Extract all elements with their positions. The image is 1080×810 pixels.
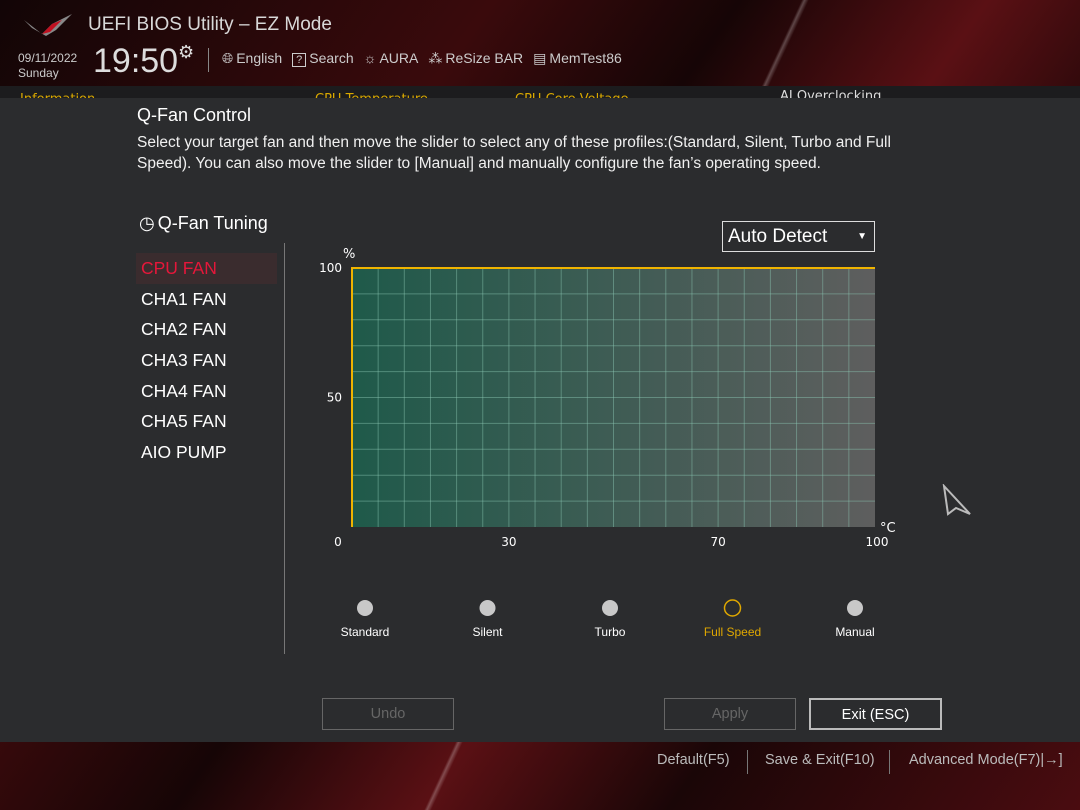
date: 09/11/2022 Sunday	[18, 51, 77, 81]
globe-icon: 🌐︎	[222, 50, 234, 66]
profile-stop-silent[interactable]	[479, 600, 496, 616]
fan-item-cha4[interactable]: CHA4 FAN	[136, 376, 277, 407]
memtest-icon: ▤	[533, 50, 547, 66]
resize-bar-icon: ⁂	[428, 50, 443, 66]
x-tick-label: 100	[866, 535, 889, 549]
fan-item-cpu[interactable]: CPU FAN	[136, 253, 277, 284]
fan-list: CPU FAN CHA1 FAN CHA2 FAN CHA3 FAN CHA4 …	[136, 253, 277, 468]
tuning-label: Q-Fan Tuning	[157, 213, 268, 233]
x-tick-label: 30	[501, 535, 516, 549]
profile-stop-manual[interactable]	[847, 600, 863, 616]
memtest-button[interactable]: ▤ MemTest86	[533, 50, 622, 67]
profile-label[interactable]: Manual	[835, 625, 874, 639]
profile-label[interactable]: Turbo	[595, 625, 626, 639]
clock: 19:50	[93, 42, 179, 80]
x-tick-label: 70	[710, 535, 725, 549]
divider	[284, 243, 285, 654]
apply-button[interactable]: Apply	[664, 698, 796, 730]
y-tick-label: 50	[327, 391, 342, 405]
profile-slider[interactable]: Standard Silent Turbo Full Speed Manual	[330, 595, 890, 645]
rog-logo	[24, 14, 72, 36]
qfan-tuning-button[interactable]: ◷ Q-Fan Tuning	[139, 213, 268, 234]
y-axis-label: %	[343, 247, 355, 262]
fan-item-cha1[interactable]: CHA1 FAN	[136, 284, 277, 315]
app-title: UEFI BIOS Utility – EZ Mode	[88, 14, 332, 35]
fan-item-cha2[interactable]: CHA2 FAN	[136, 314, 277, 345]
y-tick-label: 100	[319, 261, 342, 275]
resize-bar-label: ReSize BAR	[445, 50, 524, 66]
profile-stop-standard[interactable]	[357, 600, 373, 616]
memtest-label: MemTest86	[549, 50, 622, 66]
top-bar: UEFI BIOS Utility – EZ Mode 09/11/2022 Su…	[0, 0, 1080, 98]
exit-button[interactable]: Exit (ESC)	[809, 698, 942, 730]
fan-item-cha3[interactable]: CHA3 FAN	[136, 345, 277, 376]
language-button[interactable]: 🌐︎ English	[222, 50, 282, 67]
day-text: Sunday	[18, 66, 59, 80]
dialog-title: Q-Fan Control	[137, 105, 252, 125]
aura-icon: ☼	[363, 50, 377, 66]
fan-item-cha5[interactable]: CHA5 FAN	[136, 406, 277, 437]
search-button[interactable]: ? Search	[292, 50, 354, 67]
profile-label[interactable]: Silent	[472, 625, 503, 639]
dialog-description: Select your target fan and then move the…	[137, 134, 891, 172]
language-label: English	[236, 50, 283, 66]
undo-button[interactable]: Undo	[322, 698, 454, 730]
help-icon: ?	[292, 53, 307, 67]
date-text: 09/11/2022	[18, 51, 78, 65]
gear-icon[interactable]: ⚙	[178, 42, 194, 63]
advanced-mode-button[interactable]: Advanced Mode(F7)|→]	[909, 752, 1063, 768]
default-button[interactable]: Default(F5)	[657, 752, 730, 768]
divider	[747, 750, 748, 774]
profile-stop-turbo[interactable]	[602, 600, 618, 616]
x-axis-label: °C	[880, 521, 896, 536]
divider	[889, 750, 890, 774]
mouse-cursor-icon	[942, 484, 971, 516]
profile-label[interactable]: Full Speed	[704, 625, 761, 639]
resize-bar-button[interactable]: ⁂ ReSize BAR	[428, 50, 523, 67]
save-exit-button[interactable]: Save & Exit(F10)	[765, 752, 875, 768]
x-tick-label: 0	[334, 535, 342, 549]
aura-button[interactable]: ☼ AURA	[364, 50, 419, 67]
search-label: Search	[309, 50, 354, 66]
fan-item-aio-pump[interactable]: AIO PUMP	[136, 437, 277, 468]
aura-label: AURA	[379, 50, 419, 66]
profile-label[interactable]: Standard	[341, 625, 390, 639]
divider	[208, 48, 209, 72]
gauge-icon: ◷	[139, 213, 155, 233]
fan-curve-chart[interactable]: % °C 0 30 70 100 100 50	[300, 240, 920, 560]
